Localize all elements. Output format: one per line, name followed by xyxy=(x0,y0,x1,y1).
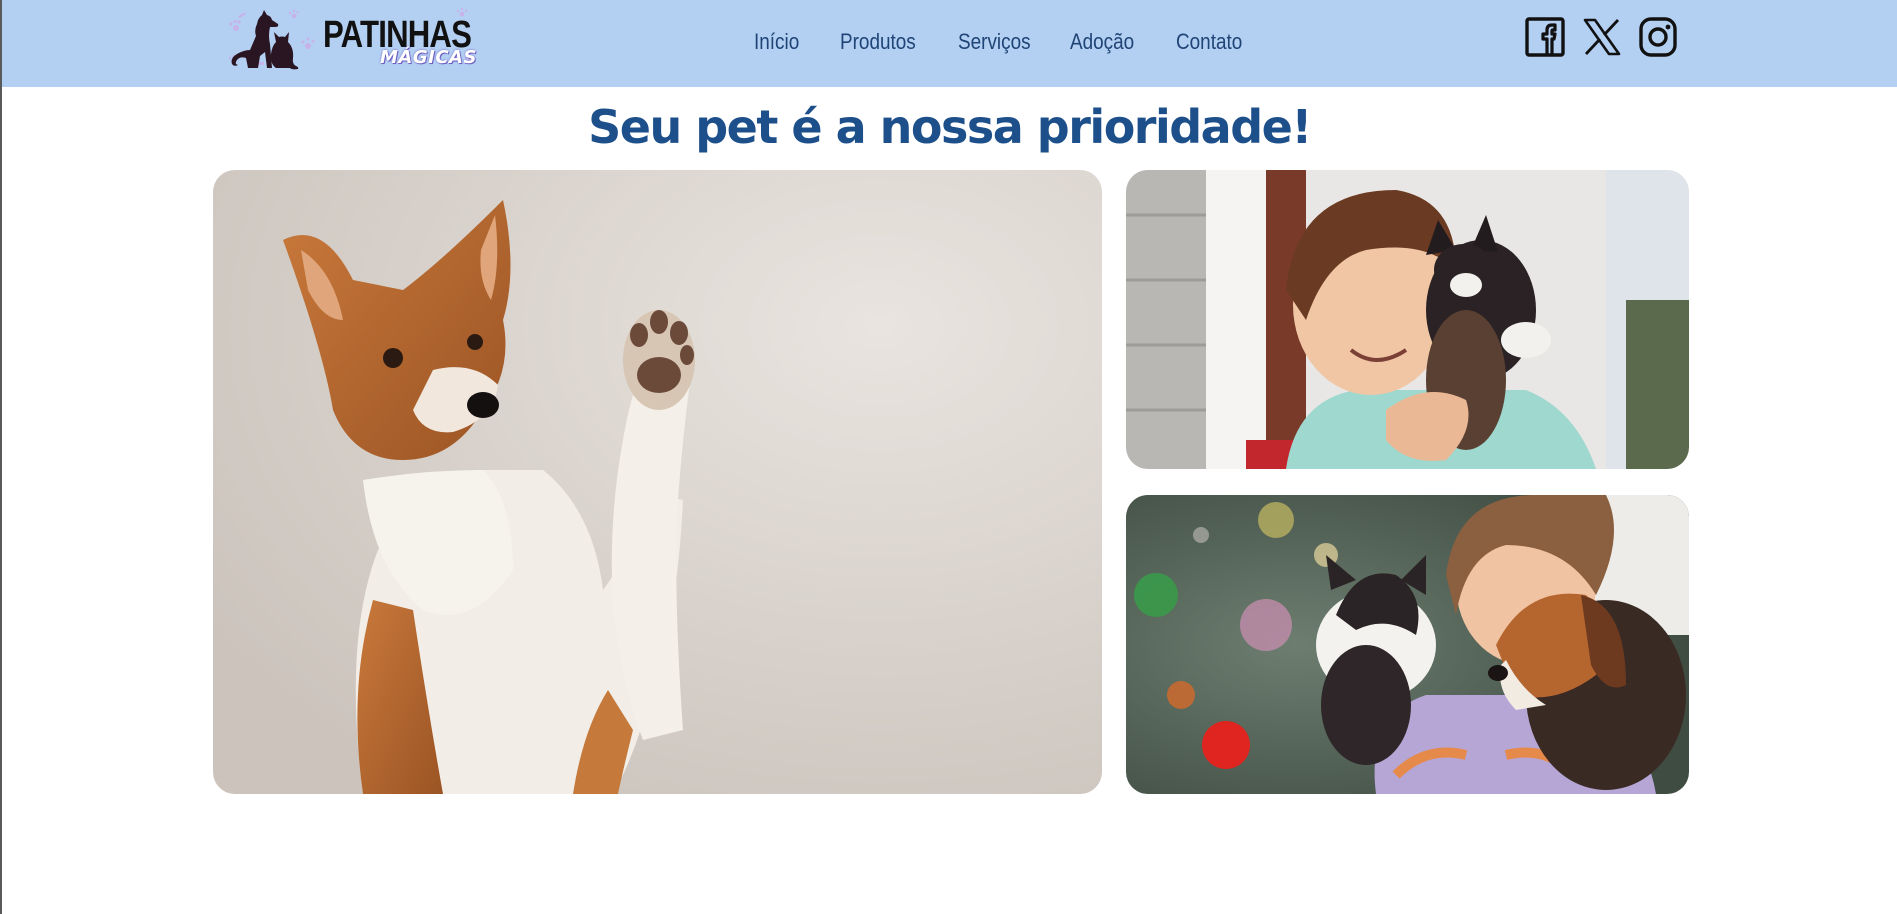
brand-logo[interactable]: PATINHAS MÁGICAS xyxy=(224,6,476,72)
dog-raising-paw-photo xyxy=(213,170,1102,794)
hero-title: Seu pet é a nossa prioridade! xyxy=(588,100,1312,154)
instagram-icon[interactable] xyxy=(1638,16,1678,60)
nav-item-contato[interactable]: Contato xyxy=(1176,29,1245,55)
x-twitter-icon[interactable] xyxy=(1582,16,1622,60)
page: PATINHAS MÁGICAS Início Produtos Serviço… xyxy=(2,0,1897,914)
site-header: PATINHAS MÁGICAS Início Produtos Serviço… xyxy=(2,0,1897,87)
nav-item-inicio[interactable]: Início xyxy=(754,29,828,55)
nav-item-produtos[interactable]: Produtos xyxy=(840,29,941,55)
nav-item-adocao[interactable]: Adoção xyxy=(1070,29,1161,55)
girl-with-cat-and-puppy-photo xyxy=(1126,495,1689,794)
brand-tagline: MÁGICAS xyxy=(380,47,477,68)
facebook-icon[interactable] xyxy=(1525,16,1565,60)
nav-item-servicos[interactable]: Serviços xyxy=(958,29,1054,55)
main-nav: Início Produtos Serviços Adoção Contato xyxy=(754,26,1256,58)
boy-with-kitten-photo xyxy=(1126,170,1689,469)
